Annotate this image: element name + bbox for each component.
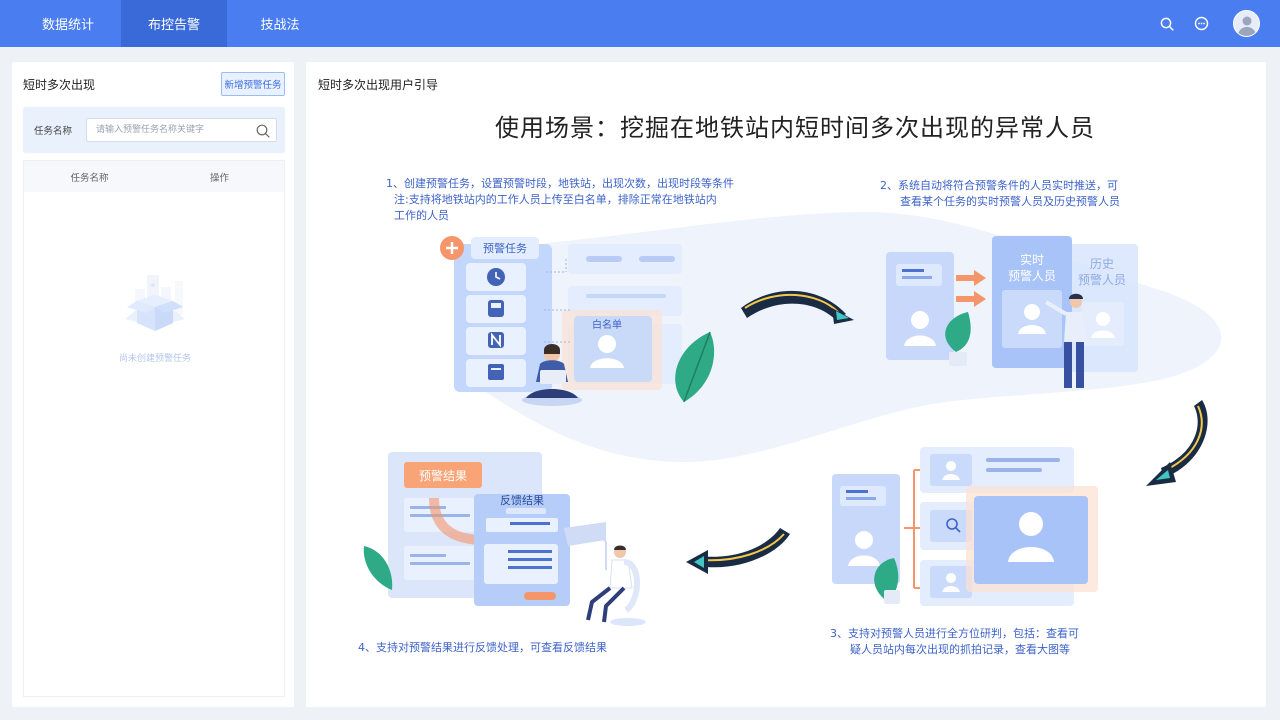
panel-title: 短时多次出现: [23, 78, 96, 92]
task-name-label: 任务名称: [34, 126, 73, 137]
step-1-line-1: 1、创建预警任务，设置预警时段，地铁站，出现次数，出现时段等条件: [386, 177, 734, 190]
search-icon[interactable]: [256, 123, 270, 142]
step-3-line-1: 3、支持对预警人员进行全方位研判，包括：查看可: [830, 627, 1079, 640]
realtime-label-line1: 实时: [1020, 252, 1044, 267]
history-label-line2: 预警人员: [1078, 272, 1126, 287]
top-nav-bar: 数据统计 布控告警 技战法: [0, 0, 1280, 47]
user-guide-panel: 短时多次出现用户引导 使用场景：挖掘在地铁站内短时间多次出现的异常人员 预警任务…: [306, 62, 1266, 707]
step-4-line-1: 4、支持对预警结果进行反馈处理，可查看反馈结果: [358, 641, 607, 654]
message-icon[interactable]: [1193, 16, 1209, 32]
step-2-text: 2、系统自动将符合预警条件的人员实时推送，可 查看某个任务的实时预警人员及历史预…: [880, 178, 1120, 210]
step-4-text: 4、支持对预警结果进行反馈处理，可查看反馈结果: [358, 640, 607, 656]
nav-tab-alerts[interactable]: 布控告警: [121, 0, 227, 47]
task-list-panel: 短时多次出现 新增预警任务 任务名称 任务名称 操作: [12, 62, 294, 707]
result-label: 预警结果: [419, 468, 467, 483]
task-table: 任务名称 操作 尚未创建预警任务: [23, 160, 285, 697]
step-1-line-3: 工作的人员: [394, 209, 449, 222]
realtime-label-line2: 预警人员: [1008, 268, 1056, 283]
step-2-line-2: 查看某个任务的实时预警人员及历史预警人员: [900, 195, 1120, 208]
empty-state-text: 尚未创建预警任务: [118, 354, 191, 364]
step-3-text: 3、支持对预警人员进行全方位研判，包括：查看可 疑人员站内每次出现的抓拍记录，查…: [830, 626, 1079, 658]
add-alert-task-button[interactable]: 新增预警任务: [221, 72, 285, 96]
nav-tab-tactics[interactable]: 技战法: [227, 0, 333, 47]
step3-illustration: [832, 447, 1098, 606]
search-icon[interactable]: [1159, 16, 1175, 32]
nav-tab-statistics[interactable]: 数据统计: [15, 0, 121, 47]
step4-illustration: [363, 452, 646, 626]
table-header: 任务名称 操作: [24, 161, 284, 192]
history-label-line1: 历史: [1090, 257, 1114, 271]
step-3-line-2: 疑人员站内每次出现的抓拍记录，查看大图等: [850, 643, 1070, 656]
search-filter-bar: 任务名称: [23, 107, 285, 153]
guide-illustration: 预警任务 白名单 实时 预警人员 历史 预警人员 预警结果 反馈结果: [363, 212, 1222, 626]
whitelist-label: 白名单: [592, 318, 622, 331]
empty-state: 尚未创建预警任务: [24, 261, 286, 364]
arrow-3: [686, 528, 790, 574]
task-name-search-input[interactable]: [86, 118, 277, 142]
feedback-label: 反馈结果: [500, 494, 544, 507]
column-header-actions: 操作: [209, 172, 229, 184]
top-icon-group: [1159, 0, 1260, 47]
step-1-line-2: 注:支持将地铁站内的工作人员上传至白名单，排除正常在地铁站内: [394, 193, 717, 206]
step-1-text: 1、创建预警任务，设置预警时段，地铁站，出现次数，出现时段等条件 注:支持将地铁…: [386, 176, 734, 224]
empty-box-icon: [125, 275, 185, 331]
column-header-task-name: 任务名称: [70, 172, 109, 184]
step-2-line-1: 2、系统自动将符合预警条件的人员实时推送，可: [880, 179, 1118, 192]
user-avatar[interactable]: [1233, 10, 1260, 37]
task-card-label: 预警任务: [483, 241, 527, 255]
arrow-2: [1146, 400, 1208, 486]
